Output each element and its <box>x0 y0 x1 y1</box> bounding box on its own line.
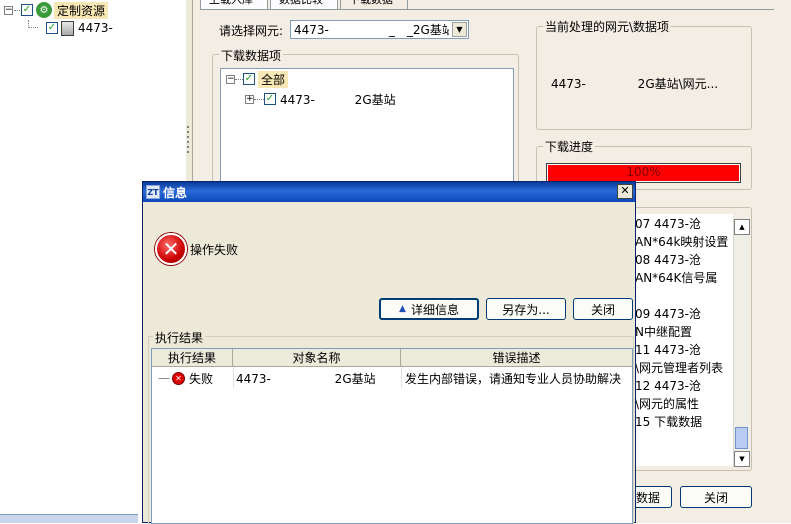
log-line: 11 4473-沧 <box>635 343 701 357</box>
splitter-grip <box>187 151 189 153</box>
tree-row-root[interactable]: − ✓ ⚙ 定制资源 <box>4 1 109 19</box>
error-icon: ✕ <box>155 233 187 265</box>
details-button[interactable]: ▲ 详细信息 <box>379 298 479 320</box>
log-line: 12 4473-沧 <box>635 379 701 393</box>
collapse-icon[interactable]: − <box>226 74 235 84</box>
log-line: 09 4473-沧 <box>635 307 701 321</box>
splitter-grip <box>187 131 189 133</box>
collapse-icon[interactable]: − <box>4 5 13 15</box>
results-table: 执行结果 对象名称 错误描述 — ✕ 失败 4473- 2G基站 发生内部错误，… <box>151 348 633 524</box>
scroll-down-icon[interactable]: ▼ <box>734 451 750 467</box>
row-error: 发生内部错误，请通知专业人员协助解决 <box>405 371 622 386</box>
log-line: AN*64k映射设置 <box>635 235 729 249</box>
dialog-titlebar[interactable]: ZT 信息 ✕ <box>143 182 635 202</box>
error-icon: ✕ <box>172 371 185 385</box>
custom-resource-icon: ⚙ <box>36 2 52 18</box>
dl-tree-row-ne[interactable]: + ✓ 4473- 2G基站 <box>245 90 396 108</box>
current-item-title: 当前处理的网元\数据项 <box>543 18 672 35</box>
chevron-up-icon: ▲ <box>399 304 406 314</box>
tree-child-checkbox[interactable]: ✓ <box>46 22 58 34</box>
details-label: 详细信息 <box>410 302 459 317</box>
dl-ne-label: 4473- 2G基站 <box>280 92 396 107</box>
row-object: 4473- 2G基站 <box>236 371 376 386</box>
dl-tree-row-all[interactable]: − ✓ 全部 <box>226 70 289 88</box>
log-scrollbar[interactable]: ▲ ▼ <box>733 219 750 467</box>
progress-title: 下载进度 <box>543 138 596 155</box>
expand-icon[interactable]: + <box>245 94 254 104</box>
log-line: \网元管理者列表 <box>635 361 724 375</box>
dialog-close-button[interactable]: 关闭 <box>573 298 633 320</box>
download-progress-bar: 100% <box>546 163 741 183</box>
server-icon <box>61 20 74 36</box>
tree-row-child[interactable]: ✓ 4473- <box>28 19 113 37</box>
table-row-object-cell[interactable]: 4473- 2G基站 <box>233 368 401 388</box>
log-line: N中继配置 <box>635 325 692 339</box>
scroll-up-icon[interactable]: ▲ <box>734 219 750 235</box>
log-line: 07 4473-沧 <box>635 217 701 231</box>
dl-all-checkbox[interactable]: ✓ <box>243 73 255 85</box>
tab-border <box>200 9 774 10</box>
dl-all-label: 全部 <box>258 70 289 88</box>
tree-child-label: 4473- <box>78 21 113 35</box>
log-line: 15 下载数据 <box>635 415 703 429</box>
dialog-title: 信息 <box>163 185 188 200</box>
tree-connector <box>28 20 38 28</box>
log-line: \网元的属性 <box>635 397 700 411</box>
app-icon: ZT <box>146 185 160 199</box>
ne-select[interactable]: 4473- _ _2G基站 ▼ <box>290 20 469 39</box>
current-item-value: 4473- 2G基站\网元... <box>551 77 719 91</box>
close-icon[interactable]: ✕ <box>617 184 633 199</box>
save-as-button[interactable]: 另存为... <box>486 298 566 320</box>
splitter-grip <box>187 126 189 128</box>
ne-select-value: 4473- _ _2G基站 <box>294 23 449 37</box>
table-row-error-cell[interactable]: 发生内部错误，请通知专业人员协助解决 <box>401 368 632 388</box>
splitter-grip <box>187 136 189 138</box>
results-title: 执行结果 <box>153 329 206 346</box>
select-ne-label: 请选择网元: <box>219 24 284 38</box>
log-line: 08 4473-沧 <box>635 253 701 267</box>
log-line: AN*64K信号属 <box>635 271 718 285</box>
column-header-object[interactable]: 对象名称 <box>233 349 401 367</box>
splitter-grip <box>187 146 189 148</box>
tree-root-checkbox[interactable]: ✓ <box>21 4 33 16</box>
error-message: 操作失败 <box>190 243 239 257</box>
download-items-title: 下载数据项 <box>219 47 284 64</box>
table-row-status-cell[interactable]: — ✕ 失败 <box>158 368 233 388</box>
column-header-result[interactable]: 执行结果 <box>152 349 233 367</box>
scroll-thumb[interactable] <box>735 427 748 449</box>
tree-connector <box>254 98 264 100</box>
tree-root-label: 定制资源 <box>54 1 109 19</box>
download-items-tree: − ✓ 全部 + ✓ 4473- 2G基站 <box>220 68 514 184</box>
info-dialog: ZT 信息 ✕ ✕ 操作失败 ▲ 详细信息 另存为... 关闭 执行结果 执行结… <box>142 181 636 524</box>
dl-ne-checkbox[interactable]: ✓ <box>264 93 276 105</box>
row-status: 失败 <box>189 371 214 386</box>
tree-connector <box>14 9 20 11</box>
current-item-group: 当前处理的网元\数据项 4473- 2G基站\网元... <box>536 18 752 130</box>
splitter-grip <box>187 141 189 143</box>
panel-close-button[interactable]: 关闭 <box>680 486 752 508</box>
column-header-error[interactable]: 错误描述 <box>401 349 632 367</box>
chevron-down-icon[interactable]: ▼ <box>452 22 467 37</box>
left-panel-tab[interactable] <box>0 514 138 523</box>
tree-connector <box>235 78 243 80</box>
progress-label: 100% <box>626 165 661 179</box>
tree-connector: — <box>158 371 170 385</box>
